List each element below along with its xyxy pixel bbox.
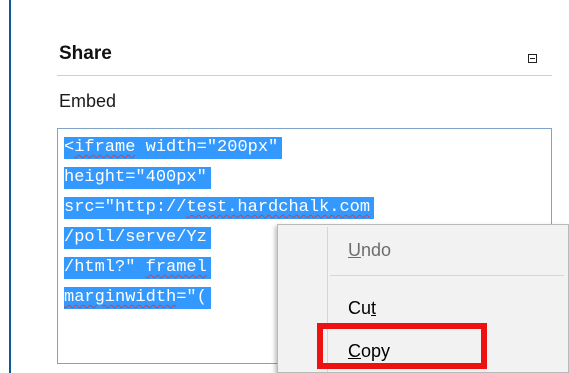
menu-text: Cu	[348, 298, 372, 318]
menu-accelerator: t	[371, 298, 377, 318]
menu-text: ndo	[361, 240, 392, 260]
code-text: <	[64, 138, 75, 157]
panel-divider	[57, 75, 552, 76]
code-line-5: /html?" framel	[64, 257, 211, 279]
misspelled-word: marginwidth	[64, 288, 177, 307]
code-line-6: marginwidth="(	[64, 287, 211, 309]
left-border-rule	[9, 0, 11, 373]
collapse-minus-icon[interactable]	[528, 54, 537, 63]
menu-separator	[330, 275, 564, 276]
misspelled-word: framel	[145, 258, 207, 277]
menu-item-undo[interactable]: Undo	[348, 240, 391, 261]
code-text: src="http://	[64, 198, 187, 217]
screenshot-stage: Share Embed <iframe width="200px" height…	[0, 0, 569, 373]
misspelled-word: test.hardchalk.com	[186, 198, 371, 217]
code-text: width="200px"	[135, 138, 279, 157]
code-line-3: src="http://test.hardchalk.com	[64, 197, 375, 219]
embed-label: Embed	[59, 91, 117, 111]
code-line-1: <iframe width="200px"	[64, 137, 283, 159]
misspelled-word: iframe	[74, 138, 136, 157]
code-line-4: /poll/serve/Yz	[64, 227, 211, 249]
code-text: /html?"	[64, 258, 146, 277]
code-text: ="(	[176, 288, 207, 307]
copy-highlight-annotation	[317, 323, 487, 369]
menu-accelerator: U	[348, 240, 361, 260]
share-panel-title: Share	[59, 43, 112, 64]
menu-item-cut[interactable]: Cut	[348, 298, 376, 319]
code-line-2: height="400px"	[64, 167, 211, 189]
